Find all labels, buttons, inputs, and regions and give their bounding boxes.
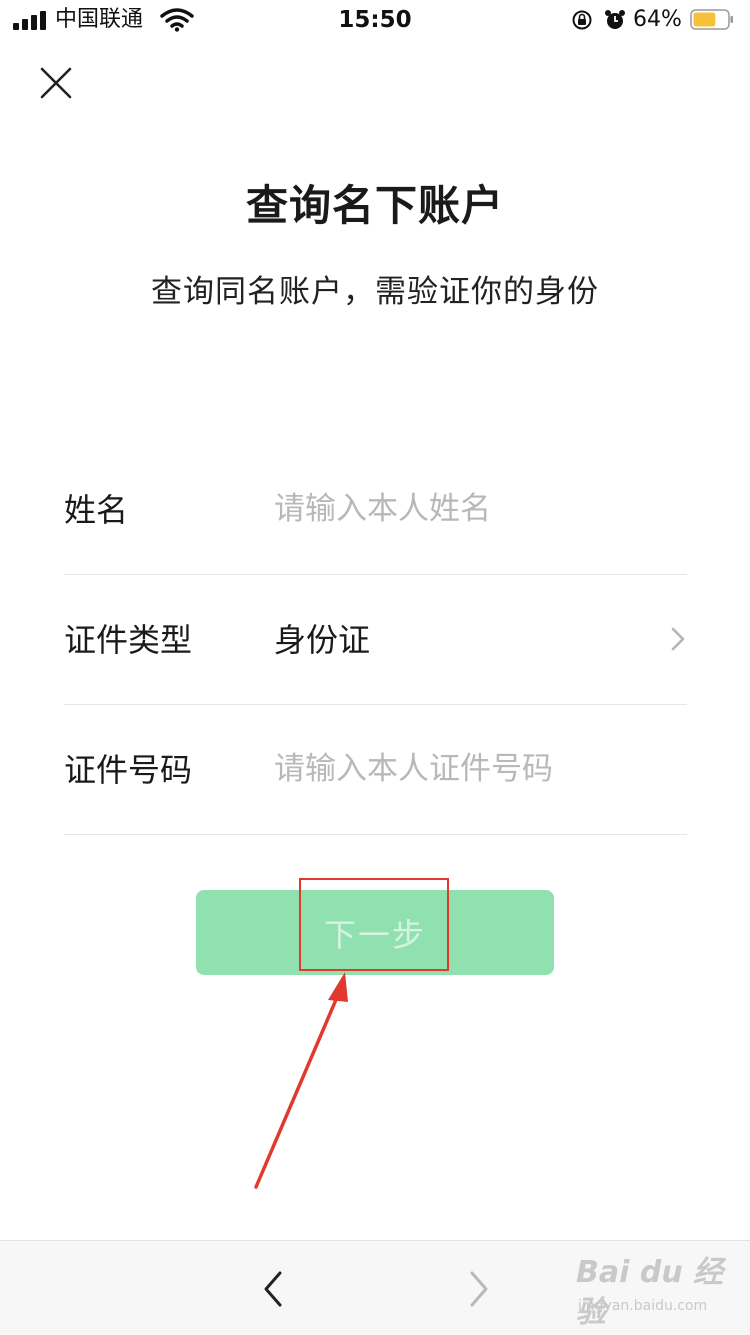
id-number-input[interactable]: [274, 743, 654, 795]
name-input[interactable]: [274, 483, 654, 535]
chevron-right-icon: [671, 627, 685, 651]
name-label: 姓名: [64, 491, 129, 529]
page-subtitle: 查询同名账户，需验证你的身份: [151, 274, 599, 310]
watermark-sub-text: jingyan.baidu.com: [578, 1298, 708, 1314]
id-type-row[interactable]: 证件类型 身份证: [64, 575, 687, 705]
page-title: 查询名下账户: [245, 181, 504, 230]
id-type-label: 证件类型: [64, 621, 193, 659]
name-row: 姓名: [64, 445, 687, 575]
identity-form: 姓名 证件类型 身份证 证件号码: [64, 445, 687, 835]
id-number-row: 证件号码: [64, 705, 687, 835]
next-button-label: 下一步: [323, 915, 426, 954]
chevron-right-icon[interactable]: [460, 1269, 496, 1309]
battery-icon: [690, 9, 733, 30]
orientation-lock-icon: [572, 10, 592, 30]
id-number-label: 证件号码: [64, 751, 193, 789]
next-button[interactable]: 下一步: [196, 890, 554, 975]
watermark-main-text: Bai du 经验: [576, 1255, 724, 1330]
battery-percent: 64%: [633, 7, 682, 32]
alarm-icon: [605, 10, 625, 29]
status-bar: 中国联通 15:50 64%: [0, 0, 750, 40]
bottom-nav-bar: Bai du 经验 jingyan.baidu.com: [0, 1240, 750, 1335]
baidu-jingyan-watermark: Bai du 经验 jingyan.baidu.com: [576, 1253, 736, 1330]
close-icon[interactable]: [36, 63, 76, 103]
id-type-value: 身份证: [274, 621, 371, 659]
chevron-left-icon[interactable]: [256, 1269, 292, 1309]
